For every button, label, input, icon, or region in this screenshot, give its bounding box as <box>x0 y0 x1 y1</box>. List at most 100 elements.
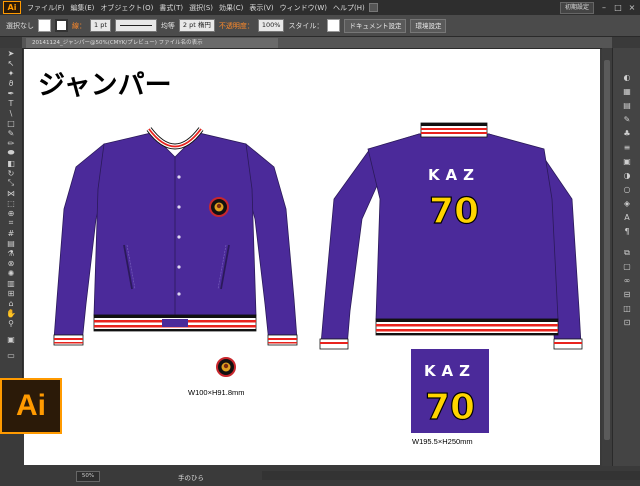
transparency-panel-icon[interactable]: ◑ <box>620 170 634 181</box>
artboards-panel-icon[interactable]: ▢ <box>620 261 634 272</box>
fill-stroke-icon[interactable]: ▣ <box>4 328 18 350</box>
artboard-canvas[interactable]: ジャンパー KAZ 70 KAZ 70 W100×H91.8mm W195.5×… <box>24 49 600 465</box>
fill-swatch[interactable] <box>38 19 51 32</box>
panel-dock: ◐ ▦ ▤ ✎ ♣ ≡ ▣ ◑ ○ ◈ A ¶ ⧉ ▢ ∞ ⊟ ◫ ⊡ <box>612 48 640 486</box>
pathfinder-panel-icon[interactable]: ◫ <box>620 303 634 314</box>
zoom-tool-icon[interactable]: ⚲ <box>4 318 18 328</box>
preferences-button[interactable]: 環境設定 <box>410 18 447 33</box>
zoom-level-field[interactable]: 50% <box>76 471 100 482</box>
pencil-tool-icon[interactable]: ✏ <box>4 138 18 148</box>
menu-help[interactable]: ヘルプ(H) <box>333 3 365 13</box>
gradient-tool-icon[interactable]: ▤ <box>4 238 18 248</box>
free-transform-tool-icon[interactable]: ⬚ <box>4 198 18 208</box>
menu-file[interactable]: ファイル(F) <box>27 3 65 13</box>
slice-tool-icon[interactable]: ⌂ <box>4 298 18 308</box>
profile-label: 均等 <box>160 21 175 30</box>
selection-tool-icon[interactable]: ➤ <box>4 48 18 58</box>
document-tab-bar: 20141124_ジャンパー@50%(CMYK/プレビュー) ファイル名の表示 <box>22 37 612 49</box>
layers-panel-icon[interactable]: ⧉ <box>620 247 634 258</box>
scale-tool-icon[interactable]: ⤡ <box>4 178 18 188</box>
lasso-tool-icon[interactable]: ϑ <box>4 78 18 88</box>
stroke-swatch[interactable] <box>55 19 68 32</box>
stroke-panel-icon[interactable]: ≡ <box>620 142 634 153</box>
perspective-grid-tool-icon[interactable]: ⌗ <box>4 218 18 228</box>
width-tool-icon[interactable]: ⋈ <box>4 188 18 198</box>
menu-window[interactable]: ウィンドウ(W) <box>280 3 327 13</box>
align-panel-icon[interactable]: ⊟ <box>620 289 634 300</box>
menu-object[interactable]: オブジェクト(O) <box>100 3 153 13</box>
control-bar: 選択なし 線： 1 pt 均等 2 pt 楕円 不透明度： 100% スタイル：… <box>0 15 640 37</box>
mesh-tool-icon[interactable]: # <box>4 228 18 238</box>
hand-tool-icon[interactable]: ✋ <box>4 308 18 318</box>
detail-number-print: 70 <box>425 387 475 428</box>
shape-builder-tool-icon[interactable]: ⊕ <box>4 208 18 218</box>
opacity-field[interactable]: 100% <box>257 19 285 32</box>
document-tab[interactable]: 20141124_ジャンパー@50%(CMYK/プレビュー) ファイル名の表示 <box>26 38 278 48</box>
detail-name-print: KAZ <box>424 362 476 380</box>
transform-panel-icon[interactable]: ⊡ <box>620 317 634 328</box>
symbol-sprayer-tool-icon[interactable]: ✺ <box>4 268 18 278</box>
swatches-panel-icon[interactable]: ▤ <box>620 100 634 111</box>
emblem-detail <box>216 357 236 377</box>
maximize-icon[interactable]: □ <box>614 4 622 12</box>
current-tool-label: 手のひら <box>178 474 204 482</box>
rectangle-tool-icon[interactable]: □ <box>4 118 18 128</box>
status-bar: 50% 手のひら <box>62 466 640 486</box>
direct-selection-tool-icon[interactable]: ↖ <box>4 58 18 68</box>
eyedropper-tool-icon[interactable]: ⚗ <box>4 248 18 258</box>
color-panel-icon[interactable]: ◐ <box>620 72 634 83</box>
paintbrush-tool-icon[interactable]: ✎ <box>4 128 18 138</box>
workspace-switcher[interactable]: 初期設定 <box>559 2 594 14</box>
links-panel-icon[interactable]: ∞ <box>620 275 634 286</box>
back-print-detail: KAZ 70 <box>411 349 489 433</box>
eraser-tool-icon[interactable]: ◧ <box>4 158 18 168</box>
horizontal-scrollbar[interactable] <box>262 471 640 480</box>
brushes-panel-icon[interactable]: ✎ <box>620 114 634 125</box>
color-guide-icon[interactable]: ▦ <box>620 86 634 97</box>
menu-select[interactable]: 選択(S) <box>189 3 213 13</box>
magic-wand-tool-icon[interactable]: ✦ <box>4 68 18 78</box>
style-label: スタイル： <box>288 21 324 30</box>
scroll-thumb[interactable] <box>604 60 610 440</box>
vertical-scrollbar[interactable] <box>602 48 612 466</box>
type-tool-icon[interactable]: T <box>4 98 18 108</box>
graphic-style-swatch[interactable] <box>327 19 341 32</box>
menu-effect[interactable]: 効果(C) <box>219 3 243 13</box>
variable-width-profile[interactable] <box>114 19 157 32</box>
menu-type[interactable]: 書式(T) <box>159 3 183 13</box>
rotate-tool-icon[interactable]: ↻ <box>4 168 18 178</box>
pen-tool-icon[interactable]: ✒ <box>4 88 18 98</box>
gradient-panel-icon[interactable]: ▣ <box>620 156 634 167</box>
front-jacket <box>53 127 298 346</box>
back-number-print: 70 <box>429 191 479 232</box>
paragraph-panel-icon[interactable]: ¶ <box>620 226 634 237</box>
line-tool-icon[interactable]: \ <box>4 108 18 118</box>
opacity-label[interactable]: 不透明度： <box>219 21 254 31</box>
brush-definition-field[interactable]: 2 pt 楕円 <box>178 19 215 32</box>
graph-tool-icon[interactable]: ▥ <box>4 278 18 288</box>
document-setup-button[interactable]: ドキュメント設定 <box>344 18 407 33</box>
back-print-size-caption: W195.5×H250mm <box>412 437 473 446</box>
selection-status: 選択なし <box>6 21 34 30</box>
menu-view[interactable]: 表示(V) <box>249 3 273 13</box>
blend-tool-icon[interactable]: ⊗ <box>4 258 18 268</box>
graphic-styles-icon[interactable]: ◈ <box>620 198 634 209</box>
minimize-icon[interactable]: – <box>600 4 608 12</box>
stroke-weight-field[interactable]: 1 pt <box>90 19 111 32</box>
tools-panel: ➤ ↖ ✦ ϑ ✒ T \ □ ✎ ✏ ⬬ ◧ ↻ ⤡ ⋈ ⬚ ⊕ ⌗ # ▤ … <box>0 48 23 428</box>
back-jacket: KAZ 70 <box>319 122 583 350</box>
stroke-label[interactable]: 線： <box>72 21 86 31</box>
app-logo-icon: Ai <box>3 1 21 14</box>
screen-mode-icon[interactable]: ▭ <box>4 350 18 360</box>
symbols-panel-icon[interactable]: ♣ <box>620 128 634 139</box>
close-icon[interactable]: × <box>628 4 636 12</box>
menu-bar: Ai ファイル(F) 編集(E) オブジェクト(O) 書式(T) 選択(S) 効… <box>0 0 640 15</box>
back-name-print: KAZ <box>428 166 480 184</box>
artboard-tool-icon[interactable]: ⊞ <box>4 288 18 298</box>
arrange-documents-icon[interactable] <box>368 3 378 12</box>
blob-brush-tool-icon[interactable]: ⬬ <box>4 148 18 158</box>
character-panel-icon[interactable]: A <box>620 212 634 223</box>
appearance-panel-icon[interactable]: ○ <box>620 184 634 195</box>
jacket-artwork: KAZ 70 KAZ 70 <box>53 122 583 433</box>
menu-edit[interactable]: 編集(E) <box>71 3 95 13</box>
